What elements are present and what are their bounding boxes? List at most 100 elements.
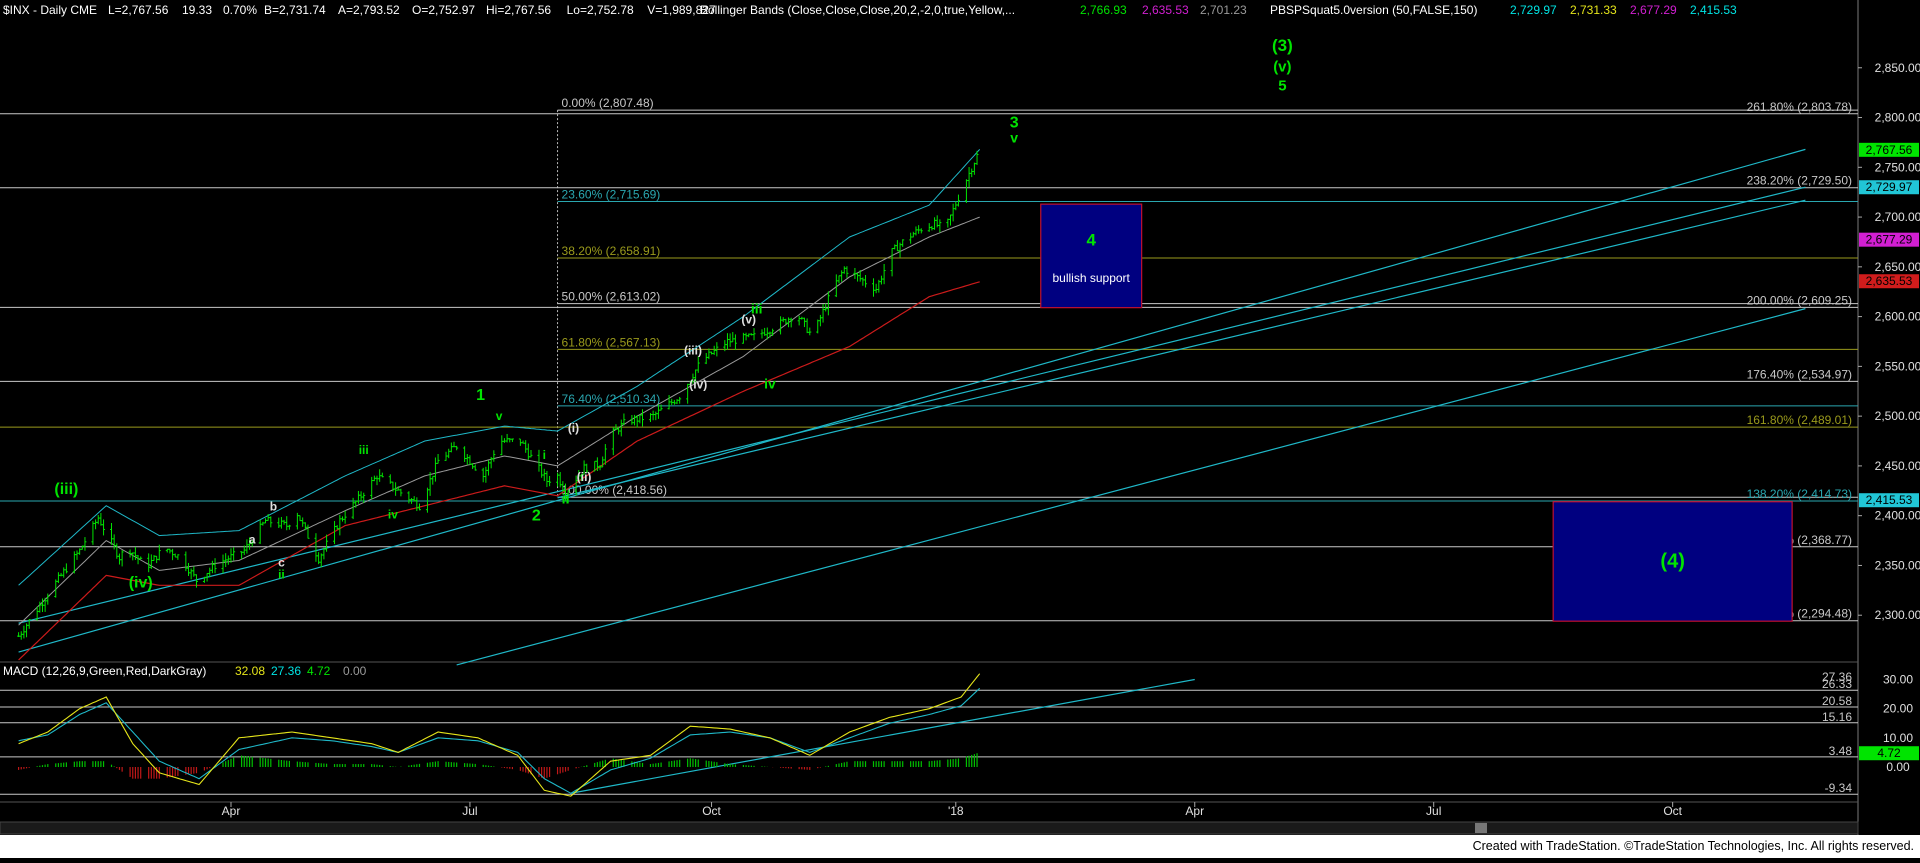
macd-extra-label: 27.36: [1822, 670, 1852, 684]
wave-label: (iv): [689, 377, 707, 391]
price-marker-label: 2,767.56: [1866, 143, 1913, 157]
price-marker-label: 2,729.97: [1866, 180, 1913, 194]
macd-value: 27.36: [271, 664, 301, 678]
bollinger-label: Bollinger Bands (Close,Close,Close,20,2,…: [700, 3, 1015, 17]
fib-extension-label: 161.80% (2,489.01): [1747, 413, 1852, 427]
wave-label: v: [496, 409, 503, 423]
wave-label: (v): [1273, 59, 1291, 76]
price-marker: 2,729.97: [1859, 180, 1919, 195]
price-tick-label: 2,300.00: [1875, 608, 1920, 622]
wave-label: iv: [388, 508, 398, 522]
wave-label: a: [249, 533, 256, 547]
price-tick-label: 2,850.00: [1875, 61, 1920, 75]
quote-field: L=2,767.56: [108, 3, 169, 17]
fib-retracement-label: 50.00% (2,613.02): [562, 290, 661, 304]
quote-field: 19.33: [182, 3, 212, 17]
price-tick-label: 2,450.00: [1875, 459, 1920, 473]
price-tick-label: 2,700.00: [1875, 210, 1920, 224]
scrollbar-thumb[interactable]: [1475, 823, 1487, 833]
pbsp-value: 2,415.53: [1690, 3, 1737, 17]
quote-field: O=2,752.97: [412, 3, 475, 17]
fib-extension-label: 238.20% (2,729.50): [1747, 174, 1852, 188]
footer-credit: Created with TradeStation. ©TradeStation…: [1472, 839, 1914, 853]
wave-label: iii: [359, 443, 369, 457]
box-wave-label: (4): [1660, 550, 1684, 572]
price-marker: 2,767.56: [1859, 142, 1919, 157]
price-marker-label: 2,415.53: [1866, 493, 1913, 507]
macd-value: 32.08: [235, 664, 265, 678]
price-marker-label: 2,635.53: [1866, 274, 1913, 288]
macd-tick-label: 0.00: [1886, 760, 1910, 774]
price-marker: 2,677.29: [1859, 232, 1919, 247]
box-wave-label: 4: [1086, 231, 1096, 250]
price-chart[interactable]: 0.00% (2,807.48) 23.60% (2,715.69) 38.20% …: [0, 0, 1920, 858]
fib-extension-label: 200.00% (2,609.25): [1747, 293, 1852, 307]
wave-label: i: [543, 448, 546, 462]
wave-label: (iv): [129, 574, 153, 591]
price-tick-label: 2,400.00: [1875, 509, 1920, 523]
bollinger-value: 2,701.23: [1200, 3, 1247, 17]
time-tick-label: Apr: [222, 804, 241, 818]
fib-retracement-label: 0.00% (2,807.48): [562, 96, 654, 110]
wave-label: 1: [476, 387, 485, 404]
tradestation-chart[interactable]: 0.00% (2,807.48) 23.60% (2,715.69) 38.20% …: [0, 0, 1920, 858]
price-tick-label: 2,350.00: [1875, 558, 1920, 572]
pbsp-value: 2,731.33: [1570, 3, 1617, 17]
time-tick-label: Apr: [1185, 804, 1204, 818]
footer-bar: Created with TradeStation. ©TradeStation…: [0, 835, 1920, 858]
price-marker: 2,635.53: [1859, 274, 1919, 289]
time-tick-label: Oct: [1663, 804, 1682, 818]
fib-retracement-label: 23.60% (2,715.69): [562, 187, 661, 201]
wave-label: ii: [562, 491, 570, 507]
price-tick-label: 2,750.00: [1875, 160, 1920, 174]
target-box: [1040, 203, 1143, 309]
symbol-label: $INX - Daily CME: [3, 3, 97, 17]
quote-field: Hi=2,767.56: [486, 3, 551, 17]
box-sublabel: bullish support: [1053, 271, 1131, 285]
fib-retracement-label: 61.80% (2,567.13): [562, 335, 661, 349]
bollinger-value: 2,635.53: [1142, 3, 1189, 17]
time-tick-label: Jul: [462, 804, 477, 818]
price-marker: 2,415.53: [1859, 493, 1919, 508]
wave-label: 5: [1278, 78, 1286, 95]
wave-label: (iii): [684, 343, 702, 357]
wave-label: 2: [532, 508, 541, 525]
time-tick-label: '18: [948, 804, 964, 818]
price-tick-label: 2,800.00: [1875, 111, 1920, 125]
macd-current-marker: 4.72: [1859, 746, 1919, 761]
quote-field: A=2,793.52: [338, 3, 400, 17]
quote-field: 0.70%: [223, 3, 257, 17]
price-tick-label: 2,550.00: [1875, 359, 1920, 373]
macd-tick-label: 20.00: [1883, 702, 1913, 716]
wave-label: iv: [764, 375, 776, 391]
price-marker-label: 2,677.29: [1866, 233, 1913, 247]
fib-retracement-label: 76.40% (2,510.34): [562, 392, 661, 406]
macd-tick-label: 10.00: [1883, 731, 1913, 745]
pbsp-value: 2,729.97: [1510, 3, 1557, 17]
macd-value: 0.00: [343, 664, 367, 678]
macd-level-label: 20.58: [1822, 694, 1852, 708]
time-tick-label: Oct: [702, 804, 721, 818]
horizontal-scrollbar[interactable]: [0, 821, 1859, 835]
price-tick-label: 2,600.00: [1875, 310, 1920, 324]
macd-level-label: 3.48: [1829, 744, 1853, 758]
macd-label: MACD (12,26,9,Green,Red,DarkGray): [3, 664, 206, 678]
bollinger-value: 2,766.93: [1080, 3, 1127, 17]
wave-label: (iii): [54, 481, 78, 498]
fib-retracement-label: 38.20% (2,658.91): [562, 244, 661, 258]
wave-label: (3): [1272, 36, 1293, 55]
wave-label: (ii): [577, 470, 592, 484]
pbsp-label: PBSPSquat5.0version (50,FALSE,150): [1270, 3, 1477, 17]
wave-label: ii: [278, 567, 285, 581]
wave-label: v: [1010, 129, 1018, 145]
quote-field: B=2,731.74: [264, 3, 326, 17]
fib-extension-label: 176.40% (2,534.97): [1747, 367, 1852, 381]
price-tick-label: 2,500.00: [1875, 409, 1920, 423]
macd-level-label: 15.16: [1822, 710, 1852, 724]
fib-extension-label: 261.80% (2,803.78): [1747, 100, 1852, 114]
price-tick-label: 2,650.00: [1875, 260, 1920, 274]
macd-level-label: -9.34: [1825, 781, 1853, 795]
quote-field: Lo=2,752.78: [567, 3, 634, 17]
time-tick-label: Jul: [1426, 804, 1441, 818]
macd-current-label: 4.72: [1877, 746, 1901, 760]
